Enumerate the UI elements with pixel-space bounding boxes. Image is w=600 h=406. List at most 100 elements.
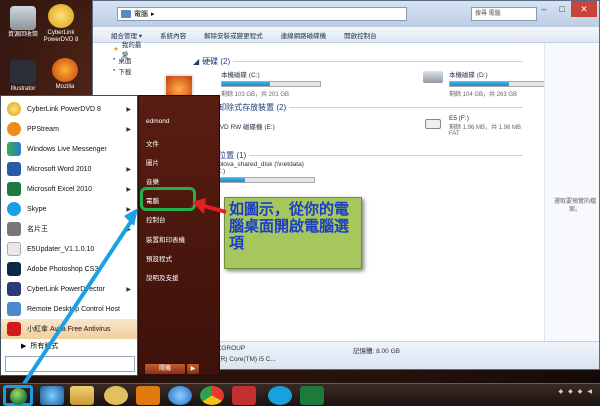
program-e5updater[interactable]: E5Updater_V1.1.0.10: [1, 239, 137, 259]
system-tray: ◆ ◆ ◆ ◀: [559, 388, 593, 395]
start-menu-programs: CyberLink PowerDVD 8 ▶ PPStream ▶ Windows …: [0, 95, 138, 376]
hard-drive-icon: [423, 71, 443, 83]
photoshop-icon: [7, 262, 21, 276]
chevron-right-icon: ▶: [126, 166, 131, 173]
usb-drive-icon: [425, 119, 441, 129]
preview-pane: 選取要預覽的檔案。: [544, 43, 599, 343]
place-documents[interactable]: 文件: [146, 138, 159, 148]
place-help-support[interactable]: 說明及支援: [146, 272, 179, 282]
windows-orb-icon: [9, 388, 27, 405]
drive-d-usage-bar: [449, 81, 549, 87]
drive-f-usb[interactable]: E5 (F:) 剩餘 1.96 MB，共 1.96 MB FAT: [425, 115, 521, 137]
program-word[interactable]: Microsoft Word 2010 ▶: [1, 159, 137, 179]
place-default-programs[interactable]: 預設程式: [146, 253, 172, 263]
shutdown-options-button[interactable]: ▶: [186, 363, 200, 375]
desktop-icon: ▪: [113, 56, 116, 63]
system-properties-button[interactable]: 系統內容: [160, 30, 186, 40]
powerdirector-icon: [7, 282, 21, 296]
internet-explorer-icon[interactable]: [168, 386, 192, 405]
ppstream-icon: [7, 122, 21, 136]
powerdvd-icon: [7, 102, 21, 116]
drive-c[interactable]: 本機磁碟 (C:) 剩餘 103 GB，共 201 GB: [221, 69, 321, 98]
computer-icon: [121, 10, 131, 18]
program-avira[interactable]: 小紅傘 Avira Free Antivirus: [1, 319, 137, 339]
recycle-bin-icon[interactable]: 資源回收筒: [2, 6, 44, 39]
explorer-address-bar-row: 電腦 ▸ 搜尋 電腦 – □ ✕: [93, 1, 599, 27]
start-search-input[interactable]: [5, 356, 135, 372]
business-card-icon: [7, 222, 21, 236]
chrome-icon[interactable]: [200, 386, 224, 405]
section-network[interactable]: ◢網路位置 (1): [193, 149, 523, 161]
network-drive-z[interactable]: xplova_shared_disk (\\netdata) (Z:): [215, 161, 315, 185]
excel-taskbar-icon[interactable]: [300, 386, 324, 405]
open-control-panel-button[interactable]: 開啟控制台: [344, 30, 377, 40]
messenger-icon: [7, 142, 21, 156]
section-hdd[interactable]: ◢ 硬碟 (2): [193, 55, 523, 67]
chevron-right-icon: ▶: [126, 186, 131, 193]
chevron-right-icon: ▶: [126, 286, 131, 293]
star-icon: ★: [113, 45, 119, 53]
avatar-app-icon[interactable]: [104, 386, 128, 405]
outlook-icon[interactable]: [136, 386, 160, 405]
explorer-toolbar: 組合管理 ▾ 系統內容 解除安裝或變更程式 連線網路磁碟機 開啟控制台: [93, 27, 599, 43]
updater-icon: [7, 242, 21, 256]
excel-icon: [7, 182, 21, 196]
address-bar[interactable]: 電腦 ▸: [117, 7, 407, 21]
search-input[interactable]: 搜尋 電腦: [471, 7, 537, 21]
program-photoshop[interactable]: Adobe Photoshop CS3: [1, 259, 137, 279]
chevron-down-icon: ◢: [193, 56, 200, 66]
tray-icon[interactable]: ◆: [578, 388, 583, 395]
taskbar: ◆ ◆ ◆ ◀: [0, 383, 600, 406]
volume-icon[interactable]: ◀: [587, 388, 592, 395]
tray-icon[interactable]: ◆: [559, 388, 564, 395]
section-removable[interactable]: ◢含有卸除式存放裝置 (2): [193, 101, 523, 113]
chevron-right-icon: ▶: [126, 126, 131, 133]
place-devices-printers[interactable]: 裝置和印表機: [146, 234, 185, 244]
program-messenger[interactable]: Windows Live Messenger: [1, 139, 137, 159]
program-powerdvd[interactable]: CyberLink PowerDVD 8 ▶: [1, 99, 137, 119]
drive-c-usage-bar: [221, 81, 321, 87]
remote-display-icon: [7, 302, 21, 316]
powerdvd-desktop-icon[interactable]: CyberLink PowerDVD 8: [40, 4, 82, 44]
skype-taskbar-icon[interactable]: [268, 386, 292, 405]
place-control-panel[interactable]: 控制台: [146, 214, 166, 224]
chevron-right-icon: ▸: [151, 11, 155, 18]
place-pictures[interactable]: 圖片: [146, 157, 159, 167]
photoshop-taskbar-icon[interactable]: [232, 386, 256, 405]
maximize-button[interactable]: □: [553, 1, 571, 17]
shutdown-button[interactable]: 關機: [144, 363, 186, 375]
computer-highlight-box: [140, 187, 196, 211]
close-button[interactable]: ✕: [571, 1, 597, 17]
play-arrow-icon: ▶: [21, 343, 27, 350]
program-ppstream[interactable]: PPStream ▶: [1, 119, 137, 139]
program-remote-display[interactable]: Remote Desktop Control Host: [1, 299, 137, 319]
avira-icon: [7, 322, 21, 336]
place-user[interactable]: edmond: [146, 118, 170, 125]
program-excel[interactable]: Microsoft Excel 2010 ▶: [1, 179, 137, 199]
word-icon: [7, 162, 21, 176]
drive-e-dvd[interactable]: DVD RW 磁碟機 (E:): [215, 121, 275, 131]
all-programs-button[interactable]: ▶ 所有程式: [1, 339, 137, 353]
program-powerdirector[interactable]: CyberLink PowerDirector ▶: [1, 279, 137, 299]
chevron-right-icon: ▶: [126, 226, 131, 233]
uninstall-program-button[interactable]: 解除安裝或變更程式: [204, 30, 263, 40]
place-music[interactable]: 音樂: [146, 176, 159, 186]
file-explorer-icon[interactable]: [70, 386, 94, 405]
map-network-drive-button[interactable]: 連線網路磁碟機: [281, 30, 327, 40]
media-player-icon[interactable]: [40, 386, 64, 405]
drive-z-usage-bar: [215, 177, 315, 183]
minimize-button[interactable]: –: [535, 1, 553, 17]
window-controls: – □ ✕: [535, 1, 597, 17]
annotation-callout: 如圖示，從你的電腦桌面開啟電腦選項: [224, 197, 362, 269]
program-skype[interactable]: Skype ▶: [1, 199, 137, 219]
nav-favorites[interactable]: ★ 我的最愛: [93, 42, 143, 59]
chevron-right-icon: ▶: [126, 106, 131, 113]
start-menu: CyberLink PowerDVD 8 ▶ PPStream ▶ Windows …: [0, 68, 222, 378]
program-business-card[interactable]: 名片王 ▶: [1, 219, 137, 239]
tray-icon[interactable]: ◆: [568, 388, 573, 395]
skype-icon: [7, 202, 21, 216]
chevron-right-icon: ▶: [126, 206, 131, 213]
start-button[interactable]: [3, 385, 33, 406]
drive-d[interactable]: 本機磁碟 (D:) 剩餘 104 GB，共 263 GB: [423, 69, 549, 98]
drives-view: ◢ 硬碟 (2) 本機磁碟 (C:) 剩餘 103 GB，共 201 GB 本機磁…: [193, 43, 549, 343]
